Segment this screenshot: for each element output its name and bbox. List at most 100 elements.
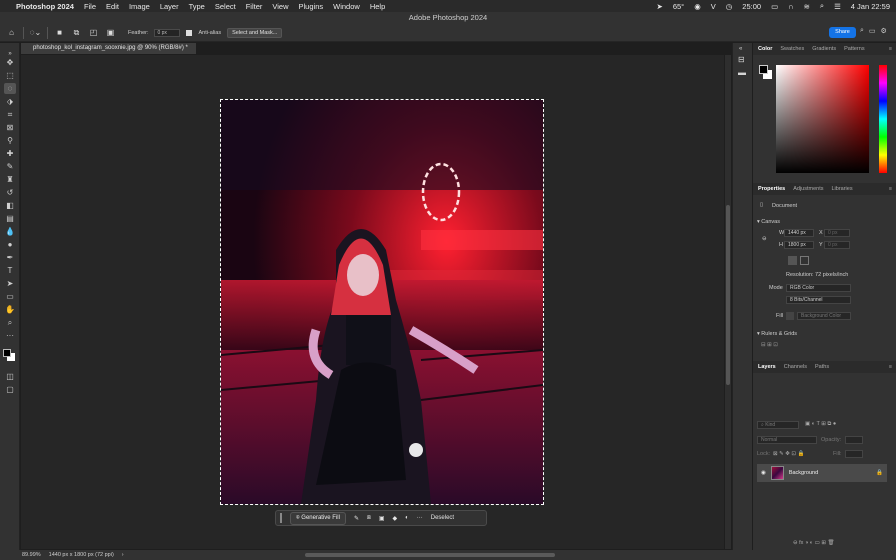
fill-icon[interactable]: ◆ [393, 515, 398, 522]
tab-color[interactable]: Color [758, 46, 772, 52]
zoom-tool-icon[interactable]: ⌕ [4, 317, 16, 328]
antialias-checkbox[interactable] [186, 29, 193, 36]
comments-icon[interactable]: ▬ [738, 68, 746, 77]
lasso-tool-icon[interactable]: ◌ [4, 83, 16, 94]
eye-icon[interactable]: ◉ [761, 470, 766, 476]
menubar-date[interactable]: 4 Jan 22:59 [851, 2, 890, 11]
fill-swatch[interactable] [786, 312, 794, 320]
tab-paths[interactable]: Paths [815, 364, 829, 370]
new-selection-icon[interactable]: ■ [54, 27, 65, 38]
menu-window[interactable]: Window [333, 2, 360, 11]
height-field[interactable]: 1800 px [784, 241, 814, 249]
workspace-icon[interactable]: ▭ [869, 27, 876, 35]
link-icon[interactable]: ⊖ [762, 236, 767, 242]
menu-type[interactable]: Type [189, 2, 205, 11]
tab-patterns[interactable]: Patterns [844, 46, 864, 52]
generative-fill-button[interactable]: ⍟ Generative Fill [290, 511, 346, 525]
marquee-tool-icon[interactable]: ⬚ [4, 70, 16, 81]
mask-icon[interactable]: ▣ [379, 515, 385, 522]
menu-help[interactable]: Help [370, 2, 385, 11]
hue-slider[interactable] [879, 65, 887, 173]
zoom-level[interactable]: 89.99% [22, 552, 41, 558]
headphones-icon[interactable]: ∩ [788, 2, 793, 11]
deselect-button[interactable]: Deselect [431, 515, 454, 521]
menu-view[interactable]: View [272, 2, 288, 11]
gradient-tool-icon[interactable]: ▤ [4, 213, 16, 224]
panel-menu-icon[interactable]: ≡ [889, 364, 892, 370]
tab-channels[interactable]: Channels [784, 364, 807, 370]
canvas-heading[interactable]: ▾ Canvas [757, 219, 780, 225]
control-center-icon[interactable]: ☰ [834, 2, 841, 11]
fill-select[interactable]: Background Color [797, 312, 851, 320]
layer-filter-kind[interactable]: ⌕ Kind [757, 421, 799, 429]
vertical-scrollbar[interactable] [725, 55, 731, 549]
more-options-icon[interactable]: ··· [417, 515, 423, 521]
lasso-preset-icon[interactable]: ◌⌄ [30, 27, 41, 38]
menu-file[interactable]: File [84, 2, 96, 11]
hand-tool-icon[interactable]: ✋ [4, 304, 16, 315]
layer-filter-icons[interactable]: ▣ ◐ T ⊞ ⧉ ● [805, 421, 836, 428]
blend-mode-select[interactable]: Normal [757, 436, 817, 444]
object-select-tool-icon[interactable]: ⬗ [4, 96, 16, 107]
properties-icon[interactable]: ⊟ [738, 55, 745, 64]
panel-menu-icon[interactable]: ≡ [889, 46, 892, 52]
foreground-swatch[interactable] [759, 65, 768, 74]
healing-tool-icon[interactable]: ✚ [4, 148, 16, 159]
color-picker-field[interactable] [776, 65, 869, 173]
tab-swatches[interactable]: Swatches [780, 46, 804, 52]
stamp-tool-icon[interactable]: ♜ [4, 174, 16, 185]
brush-mask-icon[interactable]: ✎ [354, 515, 359, 522]
frame-tool-icon[interactable]: ⊠ [4, 122, 16, 133]
pen-tool-icon[interactable]: ✒ [4, 252, 16, 263]
weather-temp[interactable]: 65° [673, 2, 684, 11]
home-icon[interactable]: ⌂ [6, 27, 17, 38]
intersect-selection-icon[interactable]: ▣ [105, 27, 116, 38]
horizontal-scrollbar[interactable] [305, 553, 555, 557]
mode-select[interactable]: RGB Color [786, 284, 851, 292]
landscape-orientation-icon[interactable] [800, 256, 809, 265]
panel-menu-icon[interactable]: ≡ [889, 186, 892, 192]
brush-tool-icon[interactable]: ✎ [4, 161, 16, 172]
adjustment-icon[interactable]: ◐ [405, 515, 409, 521]
search-icon[interactable]: ⌕ [820, 1, 824, 11]
more-tools-icon[interactable]: ··· [4, 330, 16, 341]
rectangle-tool-icon[interactable]: ▭ [4, 291, 16, 302]
tab-properties[interactable]: Properties [758, 186, 785, 192]
type-tool-icon[interactable]: T [4, 265, 16, 276]
menu-layer[interactable]: Layer [160, 2, 179, 11]
wechat-icon[interactable]: ◉ [694, 2, 701, 11]
collapse-panels-icon[interactable]: « [739, 46, 742, 52]
subtract-selection-icon[interactable]: ◰ [88, 27, 99, 38]
ruler-icons[interactable]: ⊟ ⊞ ⊡ [761, 342, 778, 348]
bit-depth-select[interactable]: 8 Bits/Channel [786, 296, 851, 304]
select-and-mask-button[interactable]: Select and Mask... [227, 27, 283, 38]
menu-select[interactable]: Select [215, 2, 236, 11]
wifi-icon[interactable]: ≋ [804, 2, 810, 11]
rulers-grids-heading[interactable]: ▾ Rulers & Grids [757, 331, 797, 337]
document-info[interactable]: 1440 px x 1800 px (72 ppi) [49, 552, 114, 558]
layer-bottom-icons[interactable]: ⊖ fx ◑ ◐ ▭ ⊞ 🗑 [793, 540, 835, 546]
layer-row-background[interactable]: ◉ Background 🔒 [757, 464, 887, 482]
status-menu-icon[interactable]: › [122, 552, 124, 558]
tab-adjustments[interactable]: Adjustments [793, 186, 823, 192]
clock-icon[interactable]: ◷ [726, 2, 733, 11]
v-app-icon[interactable]: V [711, 2, 716, 11]
tab-libraries[interactable]: Libraries [831, 186, 852, 192]
tab-layers[interactable]: Layers [758, 364, 776, 370]
menu-edit[interactable]: Edit [106, 2, 119, 11]
drag-handle[interactable] [280, 513, 282, 523]
search-icon[interactable]: ⌕ [860, 27, 864, 35]
add-selection-icon[interactable]: ⧉ [71, 27, 82, 38]
eyedropper-tool-icon[interactable]: ⚲ [4, 135, 16, 146]
document-tab[interactable]: photoshop_kol_instagram_sooxnie.jpg @ 90… [21, 43, 196, 54]
history-brush-icon[interactable]: ↺ [4, 187, 16, 198]
path-select-icon[interactable]: ➤ [4, 278, 16, 289]
width-field[interactable]: 1440 px [784, 229, 814, 237]
menu-image[interactable]: Image [129, 2, 150, 11]
menu-filter[interactable]: Filter [246, 2, 263, 11]
settings-icon[interactable]: ⚙ [881, 27, 887, 35]
battery-icon[interactable]: ▭ [771, 2, 778, 11]
location-arrow-icon[interactable]: ➤ [657, 2, 663, 11]
vertical-scroll-thumb[interactable] [726, 205, 730, 385]
quick-mask-icon[interactable]: ◫ [4, 371, 16, 382]
